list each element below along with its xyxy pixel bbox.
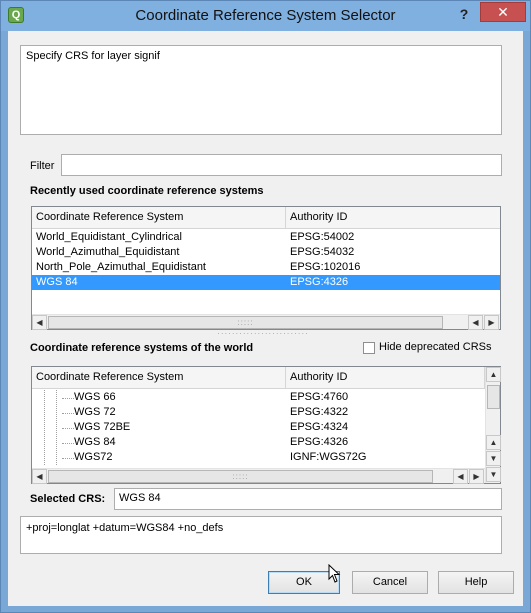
world-row-name: WGS 72BE [74,421,131,433]
world-row-id: EPSG:4324 [290,421,349,433]
world-row-id: EPSG:4322 [290,406,349,418]
scroll-left-icon[interactable]: ◀ [32,315,47,330]
splitter-handle[interactable]: ························· [188,330,338,338]
recent-col-crs[interactable]: Coordinate Reference System [32,207,286,229]
message-text: Specify CRS for layer signif [26,50,160,62]
mouse-cursor-icon [328,564,341,583]
world-row-name: WGS 72 [74,406,116,418]
grip-icon: ::::: [232,472,249,481]
recent-row-id: EPSG:102016 [290,261,361,273]
scroll-left-icon[interactable]: ◀ [453,469,468,484]
world-horizontal-scrollbar[interactable]: ◀ ::::: ◀ ▶ [32,468,485,484]
world-heading: Coordinate reference systems of the worl… [30,342,254,354]
recent-row-name: North_Pole_Azimuthal_Equidistant [36,261,206,273]
world-row-id: EPSG:4760 [290,391,349,403]
proj-definition-box: +proj=longlat +datum=WGS84 +no_defs [20,516,502,554]
recent-row-name: WGS 84 [36,276,78,288]
selected-crs-field[interactable]: WGS 84 [114,488,502,510]
help-title-button[interactable]: ? [453,4,475,24]
recent-row[interactable]: World_Azimuthal_Equidistant EPSG:54032 [32,245,500,260]
hide-deprecated-label: Hide deprecated CRSs [379,341,492,353]
scroll-right-icon[interactable]: ▶ [469,469,484,484]
close-button[interactable]: ✕ [480,2,526,22]
recent-row-id: EPSG:54032 [290,246,355,258]
selected-crs-label: Selected CRS: [30,493,106,505]
world-col-authority[interactable]: Authority ID [286,367,485,389]
world-row[interactable]: WGS 84 EPSG:4326 [32,435,485,450]
title-bar[interactable]: Q Coordinate Reference System Selector ?… [1,1,530,31]
scroll-down-icon[interactable]: ▼ [486,467,501,482]
grip-icon: ::::: [237,318,254,327]
recent-row-id: EPSG:4326 [290,276,349,288]
filter-input[interactable] [61,154,502,176]
scroll-down-icon[interactable]: ▼ [486,451,501,466]
world-row-name: WGS 66 [74,391,116,403]
world-row[interactable]: WGS 66 EPSG:4760 [32,390,485,405]
cancel-button[interactable]: Cancel [352,571,428,594]
dialog-body: Specify CRS for layer signif Filter Rece… [8,31,523,606]
world-row-name: WGS 84 [74,436,116,448]
scroll-thumb[interactable]: ::::: [48,470,433,483]
filter-label: Filter [30,160,55,172]
recent-crs-list[interactable]: Coordinate Reference System Authority ID… [31,206,501,330]
scroll-left-icon[interactable]: ◀ [32,469,47,484]
recent-col-authority[interactable]: Authority ID [286,207,500,229]
scroll-up-icon[interactable]: ▲ [486,367,501,382]
world-crs-tree[interactable]: Coordinate Reference System Authority ID… [31,366,501,484]
world-row[interactable]: WGS 72 EPSG:4322 [32,405,485,420]
scroll-up-icon[interactable]: ▲ [486,435,501,450]
world-row-name: WGS72 [74,451,113,462]
recent-row-id: EPSG:54002 [290,231,355,243]
hide-deprecated-checkbox[interactable] [363,342,375,354]
recent-horizontal-scrollbar[interactable]: ◀ ::::: ◀ ▶ [32,314,500,330]
recent-row-selected[interactable]: WGS 84 EPSG:4326 [32,275,500,290]
scroll-thumb[interactable] [487,385,500,409]
world-row-id: IGNF:WGS72G [290,451,367,462]
world-row[interactable]: WGS72 IGNF:WGS72G [32,450,485,462]
recent-heading: Recently used coordinate reference syste… [30,185,264,197]
world-row-id: EPSG:4326 [290,436,349,448]
world-row[interactable]: WGS 72BE EPSG:4324 [32,420,485,435]
recent-row-name: World_Azimuthal_Equidistant [36,246,180,258]
scroll-right-icon[interactable]: ▶ [484,315,499,330]
world-vertical-scrollbar[interactable]: ▲ ▲ ▼ ▼ [485,367,501,483]
recent-row-name: World_Equidistant_Cylindrical [36,231,182,243]
recent-row[interactable]: World_Equidistant_Cylindrical EPSG:54002 [32,230,500,245]
world-col-crs[interactable]: Coordinate Reference System [32,367,286,389]
help-button[interactable]: Help [438,571,514,594]
scroll-thumb[interactable]: ::::: [48,316,443,329]
recent-row[interactable]: North_Pole_Azimuthal_Equidistant EPSG:10… [32,260,500,275]
scroll-left-icon[interactable]: ◀ [468,315,483,330]
message-box: Specify CRS for layer signif [20,45,502,135]
window-title: Coordinate Reference System Selector [135,7,396,24]
dialog-window: Q Coordinate Reference System Selector ?… [0,0,531,613]
